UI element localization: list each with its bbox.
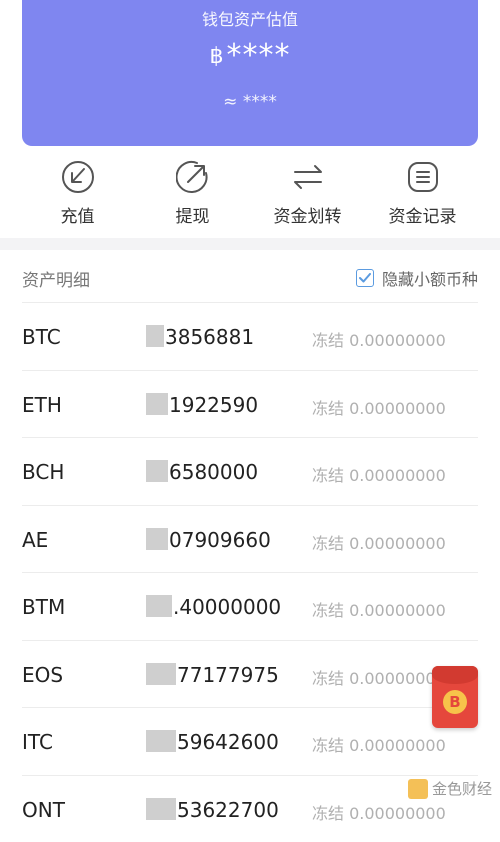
available-balance: 53622700 bbox=[146, 798, 279, 822]
action-bar: 充值 提现 资金划转 资金记录 bbox=[0, 160, 500, 232]
hide-small-label: 隐藏小额币种 bbox=[382, 266, 478, 290]
hide-small-checkbox[interactable] bbox=[356, 269, 374, 287]
valuation-amount: ฿**** bbox=[22, 38, 478, 73]
pixelated-digits bbox=[146, 325, 164, 347]
watermark-logo-icon bbox=[408, 779, 428, 799]
pixelated-digits bbox=[146, 595, 172, 617]
transfer-label: 资金划转 bbox=[250, 202, 365, 227]
currency-symbol: ฿ bbox=[210, 44, 225, 69]
frozen-balance: 冻结 0.00000000 bbox=[312, 800, 446, 824]
withdraw-icon bbox=[176, 160, 210, 194]
transfer-button[interactable]: 资金划转 bbox=[250, 160, 365, 227]
asset-row-eos[interactable]: EOS 77177975 冻结 0.00000000 bbox=[22, 640, 478, 708]
section-divider bbox=[0, 238, 500, 250]
asset-row-bch[interactable]: BCH 6580000 冻结 0.00000000 bbox=[22, 437, 478, 505]
asset-row-btm[interactable]: BTM .40000000 冻结 0.00000000 bbox=[22, 572, 478, 640]
wallet-valuation-card: 钱包资产估值 ฿**** ≈ **** bbox=[22, 0, 478, 146]
coin-symbol: ETH bbox=[22, 393, 62, 417]
deposit-label: 充值 bbox=[20, 202, 135, 227]
coin-symbol: ONT bbox=[22, 798, 65, 822]
deposit-button[interactable]: 充值 bbox=[20, 160, 135, 227]
available-balance: 3856881 bbox=[146, 325, 254, 349]
frozen-balance: 冻结 0.00000000 bbox=[312, 665, 446, 689]
checkmark-icon bbox=[359, 273, 371, 283]
coin-symbol: ITC bbox=[22, 730, 53, 754]
coin-symbol: AE bbox=[22, 528, 48, 552]
pixelated-digits bbox=[146, 663, 176, 685]
withdraw-button[interactable]: 提现 bbox=[135, 160, 250, 227]
pixelated-digits bbox=[146, 393, 168, 415]
coin-symbol: BCH bbox=[22, 460, 64, 484]
watermark-text: 金色财经 bbox=[432, 778, 492, 799]
pixelated-digits bbox=[146, 460, 168, 482]
masked-amount: **** bbox=[227, 38, 291, 73]
coin-symbol: BTM bbox=[22, 595, 65, 619]
frozen-balance: 冻结 0.00000000 bbox=[312, 395, 446, 419]
frozen-balance: 冻结 0.00000000 bbox=[312, 732, 446, 756]
pixelated-digits bbox=[146, 798, 176, 820]
available-balance: 59642600 bbox=[146, 730, 279, 754]
available-balance: 77177975 bbox=[146, 663, 279, 687]
red-packet-button[interactable]: B bbox=[432, 666, 478, 728]
records-button[interactable]: 资金记录 bbox=[365, 160, 480, 227]
available-balance: 07909660 bbox=[146, 528, 271, 552]
valuation-sub-amount: ≈ **** bbox=[22, 92, 478, 112]
bitcoin-coin-icon: B bbox=[443, 690, 467, 714]
transfer-icon bbox=[291, 160, 325, 194]
asset-row-btc[interactable]: BTC 3856881 冻结 0.00000000 bbox=[22, 302, 478, 370]
pixelated-digits bbox=[146, 730, 176, 752]
records-icon bbox=[406, 160, 440, 194]
asset-row-itc[interactable]: ITC 59642600 冻结 0.00000000 bbox=[22, 707, 478, 775]
available-balance: .40000000 bbox=[146, 595, 281, 619]
frozen-balance: 冻结 0.00000000 bbox=[312, 530, 446, 554]
asset-detail-header: 资产明细 隐藏小额币种 bbox=[0, 262, 500, 296]
red-packet-icon bbox=[432, 666, 478, 684]
asset-list: BTC 3856881 冻结 0.00000000 ETH 1922590 冻结… bbox=[0, 302, 500, 842]
asset-row-eth[interactable]: ETH 1922590 冻结 0.00000000 bbox=[22, 370, 478, 438]
coin-symbol: EOS bbox=[22, 663, 63, 687]
frozen-balance: 冻结 0.00000000 bbox=[312, 462, 446, 486]
watermark: 金色财经 bbox=[408, 778, 492, 799]
deposit-icon bbox=[61, 160, 95, 194]
available-balance: 1922590 bbox=[146, 393, 258, 417]
frozen-balance: 冻结 0.00000000 bbox=[312, 327, 446, 351]
available-balance: 6580000 bbox=[146, 460, 258, 484]
coin-symbol: BTC bbox=[22, 325, 61, 349]
hide-small-balances-toggle[interactable]: 隐藏小额币种 bbox=[356, 266, 478, 290]
pixelated-digits bbox=[146, 528, 168, 550]
withdraw-label: 提现 bbox=[135, 202, 250, 227]
asset-row-ae[interactable]: AE 07909660 冻结 0.00000000 bbox=[22, 505, 478, 573]
frozen-balance: 冻结 0.00000000 bbox=[312, 597, 446, 621]
valuation-title: 钱包资产估值 bbox=[22, 6, 478, 30]
asset-detail-title: 资产明细 bbox=[22, 266, 90, 291]
records-label: 资金记录 bbox=[365, 202, 480, 227]
